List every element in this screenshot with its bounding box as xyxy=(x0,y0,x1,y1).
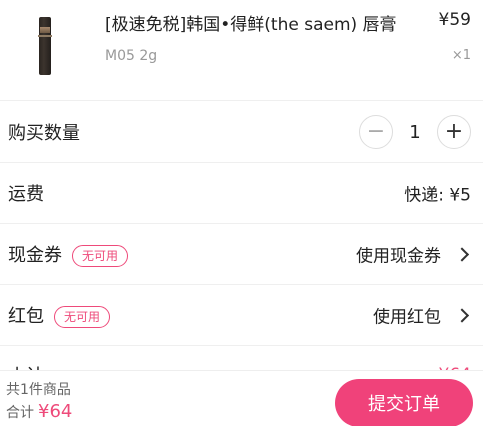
shipping-row: 运费 快递: ¥5 xyxy=(0,163,483,223)
divider xyxy=(0,345,483,346)
total-label: 合计 xyxy=(6,405,34,421)
coupon-unavailable-badge: 无可用 xyxy=(72,245,129,267)
quantity-stepper[interactable]: − 1 + xyxy=(359,115,471,149)
coupon-label: 现金券 xyxy=(8,245,62,266)
shipping-label: 运费 xyxy=(8,184,44,205)
shipping-value: 快递: ¥5 xyxy=(404,185,471,206)
checkout-bar: 共1件商品 合计 ¥64 提交订单 xyxy=(0,371,483,426)
coupon-action-label: 使用现金券 xyxy=(356,246,441,267)
increase-button[interactable]: + xyxy=(437,115,471,149)
submit-order-button[interactable]: 提交订单 xyxy=(335,379,473,426)
product-item[interactable]: [极速免税]韩国•得鲜(the saem) 唇膏 ¥59 M05 2g ×1 xyxy=(0,0,483,100)
red-packet-action[interactable]: 使用红包 xyxy=(373,303,471,328)
red-packet-row[interactable]: 红包 无可用 使用红包 xyxy=(0,285,483,345)
quantity-label: 购买数量 xyxy=(8,123,80,144)
decrease-button[interactable]: − xyxy=(359,115,393,149)
coupon-row[interactable]: 现金券 无可用 使用现金券 xyxy=(0,224,483,284)
quantity-row: 购买数量 − 1 + xyxy=(0,102,483,162)
lipstick-image xyxy=(38,17,52,75)
coupon-label-group: 现金券 无可用 xyxy=(8,241,129,267)
order-total: 合计 ¥64 xyxy=(6,401,72,422)
product-thumbnail xyxy=(10,0,80,92)
total-amount: ¥64 xyxy=(38,401,73,422)
item-count: 共1件商品 xyxy=(6,382,71,398)
product-spec: M05 2g xyxy=(105,48,158,64)
red-packet-unavailable-badge: 无可用 xyxy=(54,306,111,328)
product-quantity: ×1 xyxy=(451,48,471,63)
product-price: ¥59 xyxy=(438,10,471,30)
divider xyxy=(0,100,483,101)
product-title: [极速免税]韩国•得鲜(the saem) 唇膏 xyxy=(105,15,397,35)
chevron-right-icon xyxy=(454,246,470,262)
coupon-action[interactable]: 使用现金券 xyxy=(356,242,471,267)
red-packet-label-group: 红包 无可用 xyxy=(8,302,111,328)
red-packet-label: 红包 xyxy=(8,306,44,327)
order-confirm-page: [极速免税]韩国•得鲜(the saem) 唇膏 ¥59 M05 2g ×1 购… xyxy=(0,0,483,426)
chevron-right-icon xyxy=(454,307,470,323)
quantity-value: 1 xyxy=(409,121,421,143)
red-packet-action-label: 使用红包 xyxy=(373,307,441,328)
